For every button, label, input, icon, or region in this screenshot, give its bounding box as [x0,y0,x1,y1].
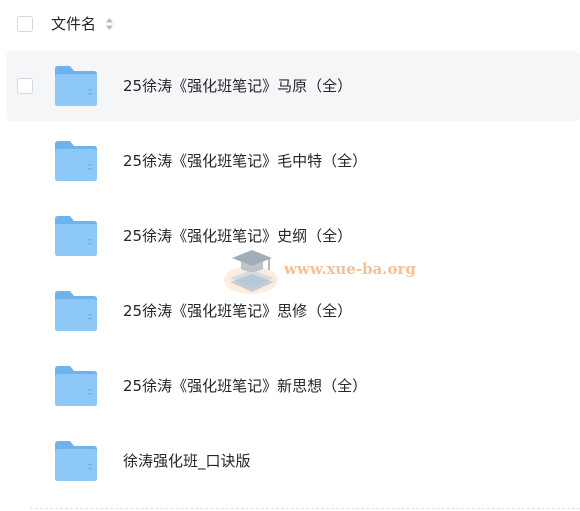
list-item[interactable]: 25徐涛《强化班笔记》毛中特（全） [6,126,580,196]
folder-icon [55,216,97,256]
file-list: 文件名 25徐涛《强化班笔记》马原（全） 25徐涛《强化班笔记》毛中特（全） 2… [0,0,580,511]
file-name[interactable]: 25徐涛《强化班笔记》思修（全） [123,299,352,323]
file-name[interactable]: 25徐涛《强化班笔记》毛中特（全） [123,149,367,173]
list-item[interactable]: 徐涛强化班_口诀版 [6,426,580,496]
row-checkbox[interactable] [17,78,33,94]
watermark: www.xue-ba.org [222,240,422,300]
watermark-text: www.xue-ba.org [284,260,416,278]
file-name[interactable]: 25徐涛《强化班笔记》马原（全） [123,74,352,98]
list-item[interactable]: 25徐涛《强化班笔记》新思想（全） [6,351,580,421]
list-item[interactable]: 25徐涛《强化班笔记》马原（全） [6,51,580,121]
file-name[interactable]: 徐涛强化班_口诀版 [123,449,251,473]
graduation-cap-books-logo-icon [224,250,278,294]
folder-icon [55,291,97,331]
list-divider [30,508,580,509]
folder-icon [55,441,97,481]
folder-icon [55,141,97,181]
file-name[interactable]: 25徐涛《强化班笔记》新思想（全） [123,374,367,398]
column-header-filename[interactable]: 文件名 [51,13,96,35]
folder-icon [55,366,97,406]
sort-icon[interactable] [105,16,114,32]
folder-icon [55,66,97,106]
select-all-checkbox[interactable] [17,16,33,32]
list-header: 文件名 [0,0,580,48]
